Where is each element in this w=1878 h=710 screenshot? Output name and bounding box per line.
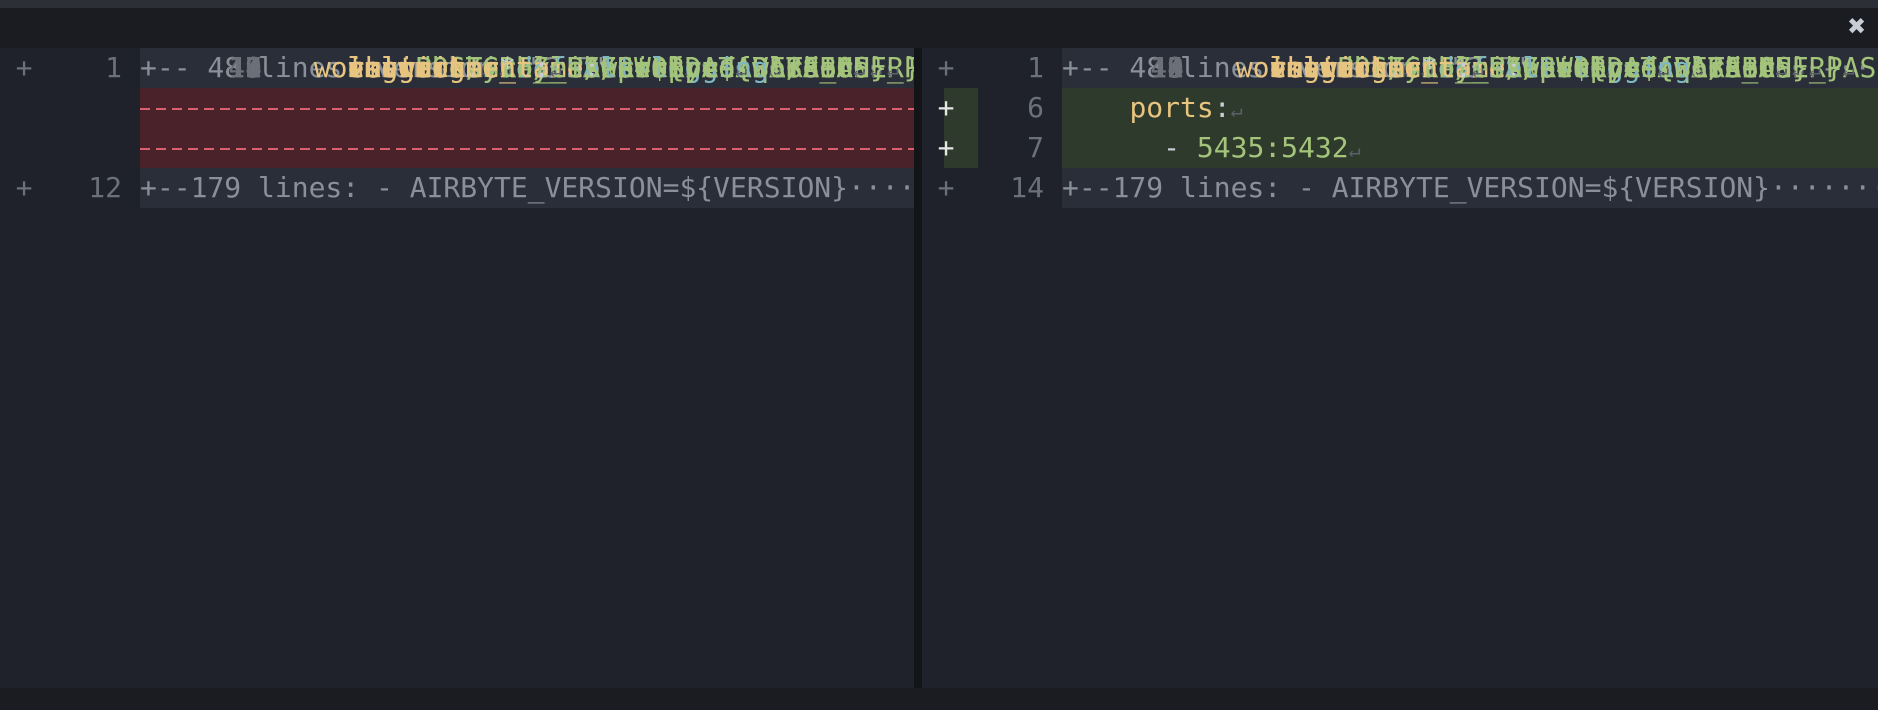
line-number: 7 [1027,131,1044,164]
fold-summary[interactable]: +--179 lines: - AIRBYTE_VERSION=${VERSIO… [1062,171,1878,204]
colon: : [1213,91,1231,124]
line-gutter [0,128,140,168]
line-gutter [0,88,140,128]
fold-marker[interactable]: + [14,168,34,208]
window-top-strip [0,0,1878,8]
yaml-key: environment [347,51,533,84]
line-content[interactable]: - 5435:5432↵ [1062,128,1878,168]
line-number: 6 [1027,91,1044,124]
colon: : [532,51,550,84]
diff-line[interactable] [0,88,914,128]
fold-marker[interactable]: + [14,48,34,88]
fold-marker[interactable]: + [936,48,956,88]
list-value: 5435:5432 [1196,131,1349,164]
line-number: 1 [105,51,122,84]
added-marker: + [937,131,955,164]
newline-icon: ↵ [1348,138,1361,162]
yaml-key: environment [1269,51,1455,84]
list-dash: - [1163,131,1197,164]
line-gutter: +6 [922,88,1062,128]
line-number: 11 [228,51,262,84]
line-gutter: +1 [0,48,140,88]
line-gutter: +1 [922,48,1062,88]
diff-pane-left[interactable]: +1 +-- 48 lines: version: "3.7"··········… [0,48,914,688]
line-number: 13 [1150,51,1184,84]
diff-line[interactable]: +14 +--179 lines: - AIRBYTE_VERSION=${VER… [922,168,1878,208]
line-gutter: 13 [1062,48,1202,88]
line-content[interactable]: ports:↵ [1062,88,1878,128]
diff-line[interactable]: 13 environment:↵ [1062,48,1878,88]
line-number: 12 [88,171,122,204]
colon: : [1454,51,1472,84]
line-content[interactable]: +--179 lines: - AIRBYTE_VERSION=${VERSIO… [1062,168,1878,208]
line-gutter: +14 [922,168,1062,208]
line-gutter: +12 [0,168,140,208]
added-marker: + [937,91,955,124]
newline-icon: ↵ [549,58,562,82]
diff-line[interactable]: +6 ports:↵ [922,88,1878,128]
line-content[interactable]: environment:↵ [1202,48,1878,88]
line-number: 14 [1010,171,1044,204]
line-content[interactable] [140,128,914,168]
pane-divider[interactable] [914,48,922,688]
yaml-key: ports [1129,91,1214,124]
line-number: 1 [1027,51,1044,84]
line-gutter: 11 [140,48,280,88]
newline-icon: ↵ [1471,58,1484,82]
line-content[interactable]: environment:↵ [280,48,914,88]
diff-line[interactable]: +7 - 5435:5432↵ [922,128,1878,168]
diff-line[interactable]: 11 environment:↵ [140,48,914,88]
line-gutter: +7 [922,128,1062,168]
diff-line[interactable]: +12 +--179 lines: - AIRBYTE_VERSION=${VER… [0,168,914,208]
line-content[interactable] [140,88,914,128]
fold-summary[interactable]: +--179 lines: - AIRBYTE_VERSION=${VERSIO… [140,171,914,204]
diff-line[interactable] [0,128,914,168]
fold-marker[interactable]: + [936,168,956,208]
newline-icon: ↵ [1230,98,1243,122]
line-content[interactable]: +--179 lines: - AIRBYTE_VERSION=${VERSIO… [140,168,914,208]
close-icon[interactable]: ✖ [1840,10,1874,44]
diff-pane-right[interactable]: +1 +-- 48 lines: version: "3.7"··········… [922,48,1878,688]
